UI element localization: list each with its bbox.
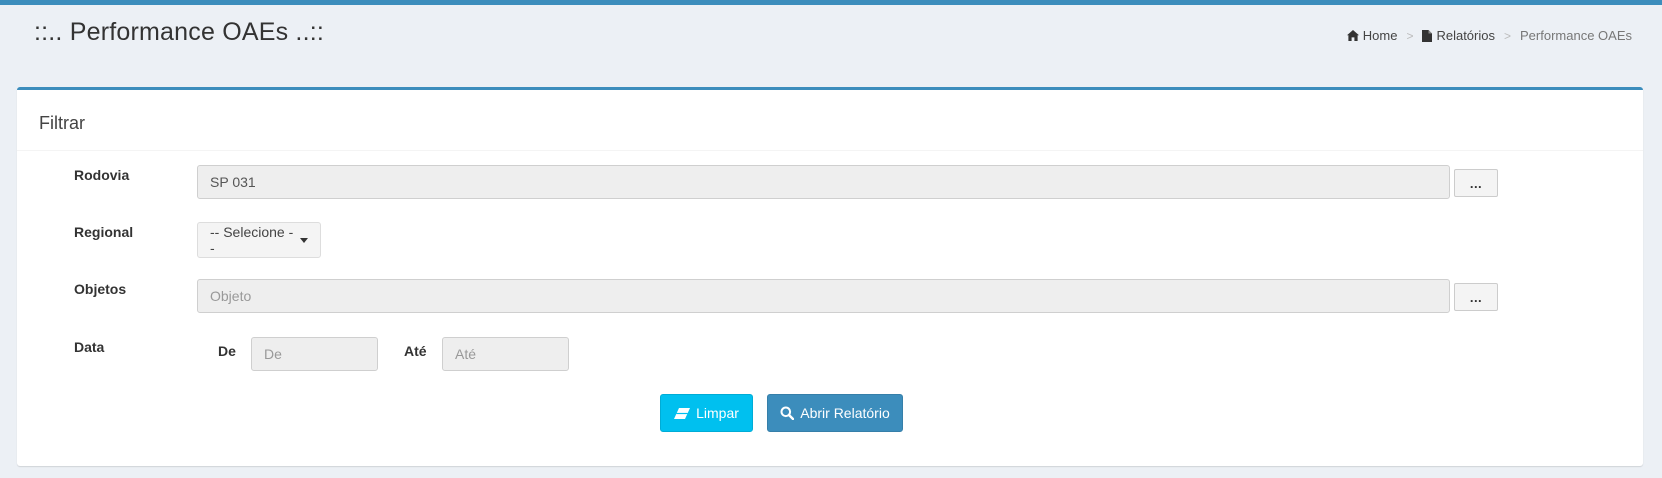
- clear-button-label: Limpar: [696, 405, 739, 421]
- clear-button[interactable]: Limpar: [660, 394, 753, 432]
- filter-panel-title: Filtrar: [39, 113, 85, 133]
- rodovia-label: Rodovia: [74, 167, 130, 183]
- breadcrumb-relatorios[interactable]: Relatórios: [1422, 28, 1495, 43]
- open-report-button[interactable]: Abrir Relatório: [767, 394, 903, 432]
- breadcrumb-relatorios-label: Relatórios: [1436, 28, 1495, 43]
- file-icon: [1422, 29, 1433, 42]
- filter-panel: Filtrar Rodovia SP 031 ... Regional -- S…: [17, 87, 1643, 466]
- date-to-label: Até: [404, 343, 427, 359]
- objetos-label: Objetos: [74, 281, 127, 297]
- regional-select[interactable]: -- Selecione --: [197, 222, 321, 258]
- date-to-input[interactable]: Até: [442, 337, 569, 371]
- regional-label: Regional: [74, 224, 134, 240]
- filter-panel-header: Filtrar: [17, 90, 1643, 151]
- top-accent-bar: [0, 0, 1662, 5]
- home-icon: [1346, 30, 1359, 41]
- date-from-input[interactable]: De: [251, 337, 378, 371]
- objetos-search-button[interactable]: ...: [1454, 283, 1498, 311]
- open-report-button-label: Abrir Relatório: [800, 405, 890, 421]
- page-title: ::.. Performance OAEs ..::: [34, 18, 325, 46]
- search-icon: [780, 406, 795, 420]
- breadcrumb-home[interactable]: Home: [1346, 28, 1398, 43]
- data-label: Data: [74, 339, 105, 355]
- breadcrumb-current: Performance OAEs: [1520, 28, 1632, 43]
- regional-select-value: -- Selecione --: [210, 224, 294, 256]
- breadcrumb: Home > Relatórios > Performance OAEs: [1346, 28, 1632, 43]
- breadcrumb-separator: >: [1406, 28, 1414, 43]
- caret-down-icon: [300, 237, 308, 243]
- rodovia-field[interactable]: SP 031: [197, 165, 1450, 199]
- breadcrumb-separator: >: [1503, 28, 1511, 43]
- breadcrumb-home-label: Home: [1362, 28, 1398, 43]
- eraser-icon: [674, 407, 691, 419]
- objetos-field[interactable]: Objeto: [197, 279, 1450, 313]
- rodovia-search-button[interactable]: ...: [1454, 169, 1498, 197]
- date-from-label: De: [218, 343, 236, 359]
